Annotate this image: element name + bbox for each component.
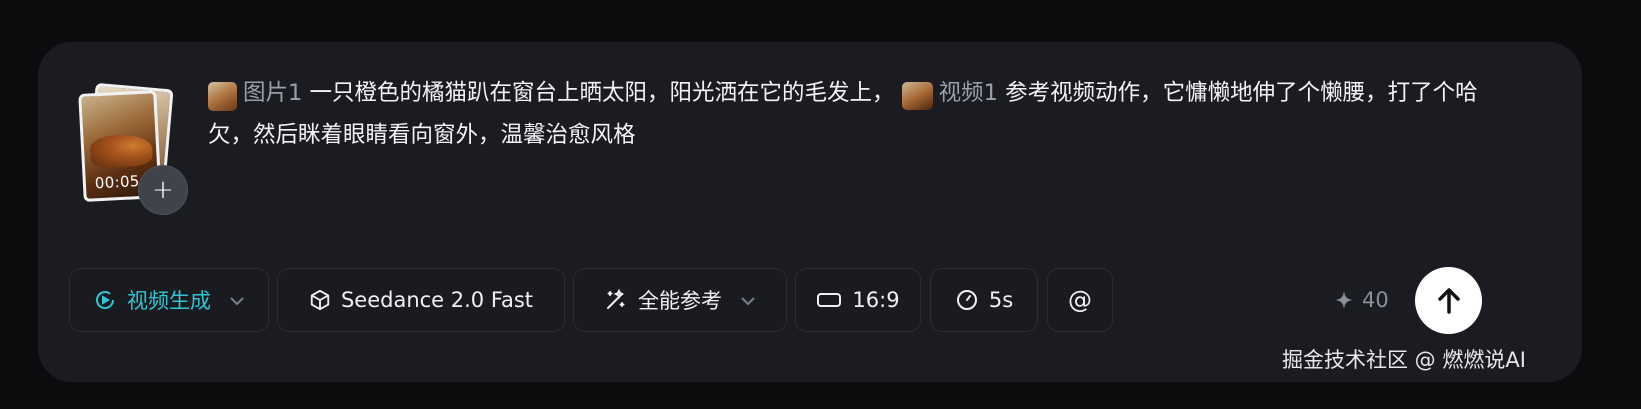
- dog-image: [89, 133, 154, 169]
- cube-icon: [310, 289, 330, 311]
- prompt-text-part-1: 一只橙色的橘猫趴在窗台上晒太阳，阳光洒在它的毛发上，: [302, 80, 895, 106]
- ref-video-thumb: [901, 82, 933, 110]
- mention-button[interactable]: @: [1047, 268, 1113, 332]
- video-duration: 00:05: [94, 172, 141, 193]
- model-select[interactable]: Seedance 2.0 Fast: [277, 268, 565, 332]
- sparkle-icon: [1335, 291, 1353, 309]
- credits-indicator: 40: [1334, 284, 1389, 316]
- chevron-down-icon: [229, 291, 245, 310]
- ref-video-label: 视频1: [938, 80, 998, 106]
- mode-label: 视频生成: [127, 289, 211, 313]
- clock-icon: [956, 290, 977, 310]
- duration-label: 5s: [988, 288, 1014, 312]
- mode-select[interactable]: 视频生成: [69, 268, 269, 332]
- ref-video-chip[interactable]: 视频1: [901, 72, 998, 114]
- watermark: 掘金技术社区 @ 燃燃说AI: [1282, 348, 1526, 372]
- credits-value: 40: [1362, 288, 1389, 312]
- chevron-down-icon: [740, 291, 756, 310]
- ref-image-chip[interactable]: 图片1: [208, 72, 302, 114]
- video-generate-icon: [96, 291, 115, 309]
- aspect-ratio-select[interactable]: 16:9: [795, 268, 921, 332]
- reference-select[interactable]: 全能参考: [573, 268, 787, 332]
- ref-image-label: 图片1: [243, 80, 303, 106]
- arrow-up-icon: [1437, 287, 1460, 314]
- prompt-text[interactable]: 图片1 一只橙色的橘猫趴在窗台上晒太阳，阳光洒在它的毛发上， 视频1 参考视频动…: [208, 72, 1498, 156]
- model-label: Seedance 2.0 Fast: [340, 288, 534, 312]
- add-media-button[interactable]: +: [138, 165, 188, 215]
- send-button[interactable]: [1415, 267, 1482, 334]
- duration-select[interactable]: 5s: [930, 268, 1038, 332]
- ratio-label: 16:9: [852, 288, 900, 312]
- magic-wand-icon: [607, 288, 625, 309]
- ref-image-thumb: [208, 81, 237, 111]
- plus-icon: +: [152, 175, 174, 205]
- reference-label: 全能参考: [638, 289, 722, 313]
- aspect-ratio-icon: [817, 293, 842, 307]
- at-icon: @: [1068, 286, 1092, 314]
